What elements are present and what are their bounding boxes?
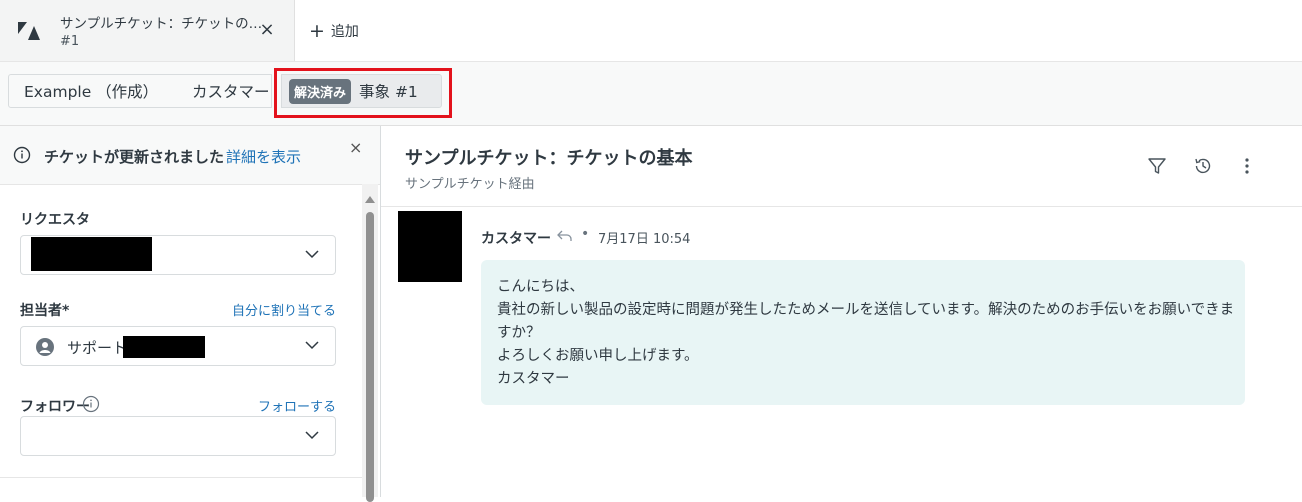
message-line: 貴社の新しい製品の設定時に問題が発生したためメールを送信しています。解決のための…: [497, 302, 1235, 341]
meta-separator: •: [581, 226, 590, 242]
zendesk-logo-icon: [18, 22, 40, 40]
breadcrumb-organization[interactable]: Example （作成）: [8, 74, 178, 108]
conversation-panel: サンプルチケット：チケットの基本 サンプルチケット経由 カスタマー • 7月17…: [381, 126, 1302, 497]
update-notice: チケットが更新されました 詳細を表示 ×: [0, 126, 380, 185]
ticket-channel: サンプルチケット経由: [405, 177, 535, 192]
breadcrumb: Example （作成） カスタマー 解決済み 事象 #1: [0, 62, 1302, 126]
info-icon: [13, 146, 31, 164]
properties-scrollbar[interactable]: [362, 184, 378, 502]
ticket-subject: サンプルチケット：チケットの基本: [405, 148, 693, 169]
notice-message: チケットが更新されました: [44, 148, 225, 166]
history-icon[interactable]: [1193, 156, 1213, 176]
assignee-label: 担当者*: [20, 303, 70, 319]
conversation-header: サンプルチケット：チケットの基本 サンプルチケット経由: [381, 126, 1302, 207]
message-body: こんにちは、 貴社の新しい製品の設定時に問題が発生したためメールを送信しています…: [481, 260, 1245, 405]
scroll-thumb[interactable]: [366, 212, 374, 502]
breadcrumb-ticket-label: 事象 #1: [359, 83, 418, 101]
plus-icon: +: [309, 19, 325, 42]
status-badge: 解決済み: [289, 78, 352, 104]
assignee-select[interactable]: サポート/: [20, 326, 336, 366]
add-tab-label: 追加: [330, 24, 359, 40]
message-timestamp: 7月17日 10:54: [598, 232, 691, 247]
ticket-tab[interactable]: サンプルチケット：チケットの… #1 ×: [0, 0, 295, 61]
reply-icon: [557, 230, 572, 241]
divider: [0, 477, 362, 478]
requester-label: リクエスタ: [20, 212, 90, 228]
user-avatar-icon: [36, 338, 54, 356]
redacted-assignee: [123, 336, 205, 358]
add-tab-button[interactable]: + 追加: [309, 20, 359, 42]
close-notice-button[interactable]: ×: [349, 138, 362, 157]
requester-select[interactable]: [20, 235, 336, 275]
ticket-tab-title: サンプルチケット：チケットの…: [60, 16, 263, 32]
redacted-requester: [31, 237, 152, 271]
message-author[interactable]: カスタマー: [481, 228, 551, 248]
scroll-up-arrow-icon[interactable]: [365, 196, 375, 203]
chevron-down-icon: [305, 431, 319, 440]
filter-icon[interactable]: [1147, 156, 1167, 176]
info-icon[interactable]: [82, 395, 100, 413]
chevron-down-icon: [305, 250, 319, 259]
followers-label: フォロワー: [20, 399, 90, 415]
ticket-tab-id: #1: [60, 34, 80, 49]
breadcrumb-ticket[interactable]: 解決済み 事象 #1: [281, 74, 442, 108]
close-tab-button[interactable]: ×: [257, 20, 277, 40]
assign-to-me-link[interactable]: 自分に割り当てる: [232, 300, 336, 319]
top-tab-bar: サンプルチケット：チケットの… #1 × + 追加: [0, 0, 1302, 62]
message-line: カスタマー: [497, 371, 570, 387]
ticket-properties-panel: チケットが更新されました 詳細を表示 × リクエスタ 担当者* 自分に割り当てる…: [0, 126, 381, 502]
message-line: よろしくお願い申し上げます。: [497, 348, 699, 364]
message-line: こんにちは、: [497, 279, 584, 295]
chevron-down-icon: [305, 341, 319, 350]
author-avatar[interactable]: [398, 211, 462, 282]
breadcrumb-requester[interactable]: カスタマー: [177, 74, 272, 108]
follow-link[interactable]: フォローする: [258, 396, 336, 415]
show-details-link[interactable]: 詳細を表示: [226, 146, 301, 167]
followers-select[interactable]: [20, 416, 336, 456]
more-vertical-icon[interactable]: [1237, 156, 1257, 176]
